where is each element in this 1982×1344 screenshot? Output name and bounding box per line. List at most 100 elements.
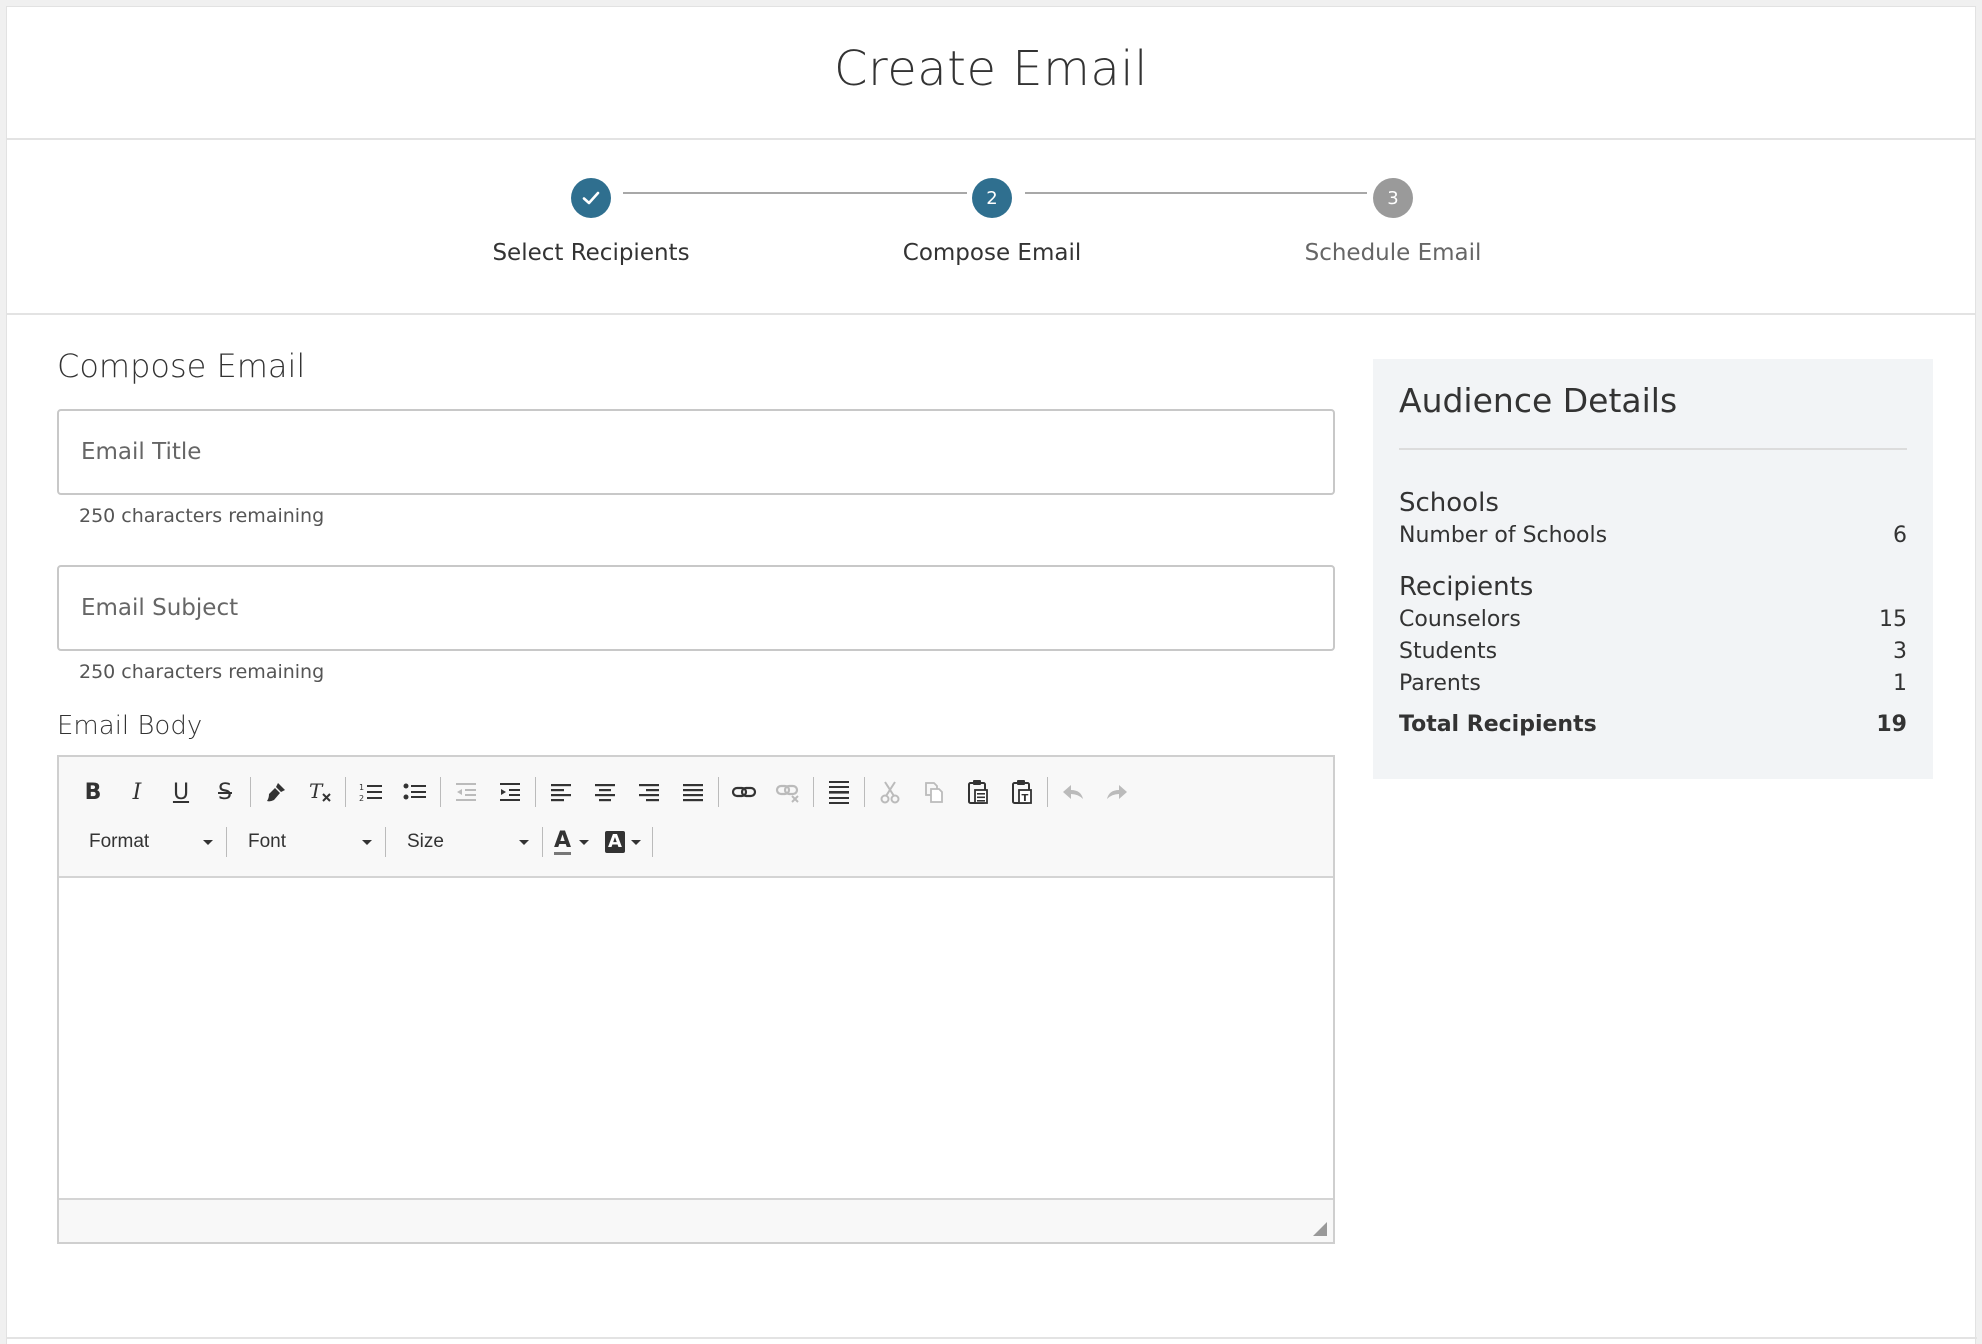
email-title-input[interactable]	[57, 409, 1335, 495]
toolbar-separator	[718, 777, 719, 807]
copy-button[interactable]	[912, 772, 956, 812]
audience-title: Audience Details	[1399, 381, 1907, 450]
undo-button[interactable]	[1051, 772, 1095, 812]
horizontal-rule-icon	[829, 781, 849, 804]
section-title: Compose Email	[57, 347, 306, 385]
audience-row-value: 3	[1893, 639, 1907, 664]
remove-format-button[interactable]: T	[298, 772, 342, 812]
size-dropdown-label: Size	[407, 831, 444, 852]
paintbrush-icon	[267, 783, 285, 802]
format-dropdown-label: Format	[89, 831, 150, 852]
chevron-down-icon	[203, 839, 213, 845]
step-number-circle: 3	[1373, 178, 1413, 218]
font-dropdown[interactable]: Font	[230, 822, 382, 862]
step-select-recipients[interactable]: Select Recipients	[441, 140, 741, 266]
bold-button[interactable]: B	[71, 772, 115, 812]
audience-row-label: Students	[1399, 639, 1498, 664]
svg-text:T: T	[309, 780, 324, 803]
footer-divider	[7, 1337, 1977, 1339]
link-icon	[731, 786, 757, 798]
total-recipients-row: Total Recipients 19	[1399, 712, 1907, 737]
toolbar-separator	[1047, 777, 1048, 807]
font-dropdown-label: Font	[248, 831, 287, 852]
text-color-icon: A	[554, 827, 572, 855]
step-done-circle	[571, 178, 611, 218]
strikethrough-button[interactable]: S	[203, 772, 247, 812]
audience-row-value: 6	[1893, 523, 1907, 548]
size-dropdown[interactable]: Size	[389, 822, 539, 862]
page-title: Create Email	[834, 40, 1148, 97]
resize-handle-icon[interactable]	[1313, 1222, 1327, 1236]
toolbar-separator	[345, 777, 346, 807]
subject-char-counter: 250 characters remaining	[79, 661, 325, 683]
horizontal-rule-button[interactable]	[817, 772, 861, 812]
toolbar-separator	[651, 827, 653, 857]
bulleted-list-button[interactable]	[393, 772, 437, 812]
toolbar-separator	[226, 827, 227, 857]
audience-row: Counselors 15	[1399, 604, 1907, 636]
align-right-button[interactable]	[627, 772, 671, 812]
recipients-heading: Recipients	[1399, 572, 1534, 602]
svg-text:1: 1	[359, 783, 364, 792]
paste-button[interactable]	[956, 772, 1000, 812]
decrease-indent-button[interactable]	[444, 772, 488, 812]
toolbar-separator	[535, 777, 536, 807]
audience-row-value: 1	[1893, 671, 1907, 696]
insert-link-button[interactable]	[722, 772, 766, 812]
audience-row-label: Counselors	[1399, 607, 1521, 632]
email-subject-input[interactable]	[57, 565, 1335, 651]
paste-icon	[968, 780, 988, 804]
align-center-icon	[595, 784, 615, 802]
audience-row: Number of Schools 6	[1399, 520, 1907, 552]
align-center-button[interactable]	[583, 772, 627, 812]
numbered-list-button[interactable]: 12	[349, 772, 393, 812]
scissors-icon	[880, 781, 900, 804]
editor-toolbar: B I U S T 12 T Format Font Size A A	[59, 757, 1333, 878]
paste-plain-text-button[interactable]: T	[1000, 772, 1044, 812]
unlink-button[interactable]	[766, 772, 810, 812]
justify-icon	[683, 784, 703, 802]
align-left-icon	[551, 784, 571, 802]
email-body-editor[interactable]	[59, 878, 1333, 1200]
numbered-list-icon: 12	[359, 783, 382, 803]
check-icon	[582, 191, 600, 205]
increase-indent-button[interactable]	[488, 772, 532, 812]
outdent-icon	[456, 783, 476, 801]
chevron-down-icon	[519, 839, 529, 845]
copy-icon	[925, 782, 943, 803]
justify-button[interactable]	[671, 772, 715, 812]
toolbar-separator	[864, 777, 865, 807]
create-email-page: Create Email Select Recipients 2 Compose…	[6, 6, 1977, 1344]
step-schedule-email[interactable]: 3 Schedule Email	[1243, 140, 1543, 266]
copy-format-button[interactable]	[254, 772, 298, 812]
italic-button[interactable]: I	[115, 772, 159, 812]
align-left-button[interactable]	[539, 772, 583, 812]
toolbar-separator	[542, 827, 543, 857]
underline-button[interactable]: U	[159, 772, 203, 812]
bulleted-list-icon	[403, 783, 426, 800]
audience-row-value: 15	[1879, 607, 1907, 632]
editor-footer	[59, 1200, 1333, 1242]
chevron-down-icon	[630, 839, 641, 845]
step-compose-email[interactable]: 2 Compose Email	[842, 140, 1142, 266]
text-color-button[interactable]: A	[546, 822, 597, 862]
step-label: Schedule Email	[1304, 240, 1482, 266]
audience-row: Students 3	[1399, 636, 1907, 668]
title-char-counter: 250 characters remaining	[79, 505, 325, 527]
compose-section: Compose Email 250 characters remaining 2…	[57, 347, 1335, 1244]
total-recipients-label: Total Recipients	[1399, 712, 1597, 737]
cut-button[interactable]	[868, 772, 912, 812]
toolbar-separator	[250, 777, 251, 807]
paste-text-icon: T	[1012, 780, 1032, 804]
chevron-down-icon	[362, 839, 372, 845]
page-header: Create Email	[7, 7, 1975, 140]
unlink-icon	[775, 784, 799, 803]
email-body-label: Email Body	[57, 711, 203, 741]
rich-text-editor: B I U S T 12 T Format Font Size A A	[57, 755, 1335, 1244]
format-dropdown[interactable]: Format	[71, 822, 223, 862]
redo-icon	[1107, 785, 1127, 799]
toolbar-row-2: Format Font Size A A	[71, 817, 1321, 867]
audience-row-label: Parents	[1399, 671, 1481, 696]
redo-button[interactable]	[1095, 772, 1139, 812]
background-color-button[interactable]: A	[597, 822, 649, 862]
